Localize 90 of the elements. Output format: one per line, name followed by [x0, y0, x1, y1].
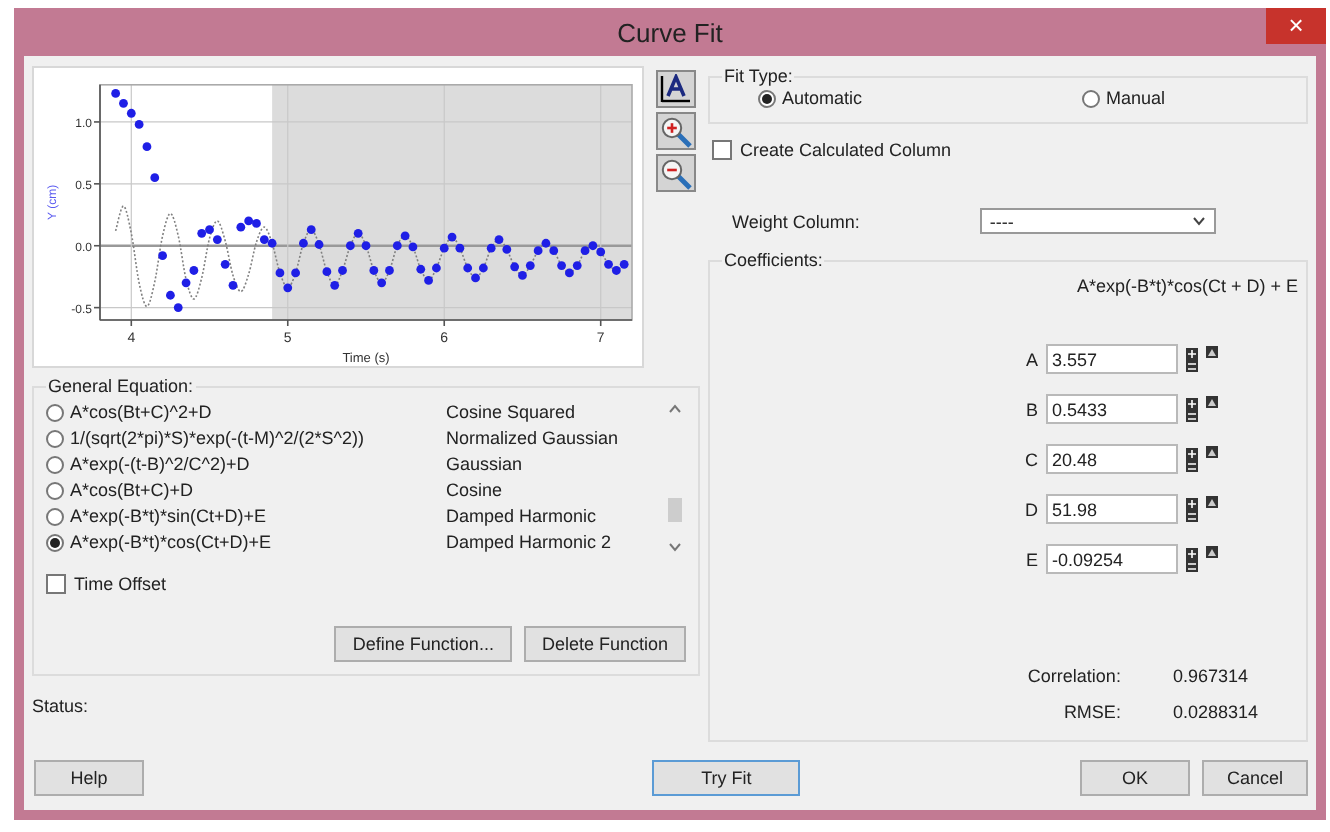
data-point [283, 283, 293, 293]
data-point [158, 251, 167, 261]
data-point [189, 266, 199, 275]
calculated-column-checkbox[interactable]: Create Calculated Column [712, 140, 952, 160]
data-point [353, 228, 363, 238]
group-label: General Equation: [46, 376, 196, 396]
autoscale-button[interactable] [656, 70, 696, 108]
zoom-in-icon [660, 115, 692, 147]
plus-minus-icon[interactable] [1186, 347, 1198, 371]
equation-name: Damped Harmonic [446, 506, 599, 526]
fit-type-option[interactable]: Automatic [758, 86, 863, 110]
equation-option[interactable]: A*exp(-B*t)*sin(Ct+D)+E [46, 504, 446, 528]
status-label: Status: [32, 696, 91, 716]
window-title: Curve Fit [617, 17, 723, 47]
data-point [150, 173, 160, 183]
delete-function-button[interactable]: Delete Function [523, 626, 686, 662]
equation-name: Normalized Gaussian [446, 428, 621, 448]
data-point [291, 268, 300, 278]
plus-minus-icon[interactable] [1186, 447, 1198, 471]
data-point [166, 290, 175, 300]
square-icon[interactable] [1206, 396, 1218, 408]
data-point [385, 266, 394, 275]
time-offset-checkbox[interactable]: Time Offset [46, 574, 167, 594]
autoscale-icon [660, 74, 692, 104]
data-point [173, 303, 183, 312]
plus-minus-icon[interactable] [1186, 397, 1198, 421]
coefficient-field[interactable]: 20.48 [1046, 444, 1178, 474]
square-icon[interactable] [1206, 446, 1218, 458]
group-label: Coefficients: [722, 250, 825, 270]
correlation-value: 0.967314 [1172, 666, 1250, 686]
coefficient-label: A [1025, 349, 1038, 369]
coefficient-field[interactable]: 0.5433 [1046, 394, 1178, 424]
equation-option[interactable]: A*cos(Bt+C)^2+D [46, 400, 446, 424]
caret-down-icon[interactable] [667, 541, 681, 551]
zoom-in-button[interactable] [656, 112, 696, 150]
equation-option[interactable]: 1/(sqrt(2*pi)*S)*exp(-(t-M)^2/(2*S^2)) [46, 426, 446, 450]
zoom-out-button[interactable] [656, 154, 696, 192]
data-point [377, 278, 387, 288]
rmse-label: RMSE: [1061, 702, 1121, 722]
define-function-button[interactable]: Define Function... [334, 626, 512, 662]
ok-button[interactable]: OK [1080, 759, 1190, 795]
fit-type-option[interactable]: Manual [1082, 86, 1166, 110]
coefficient-label: B [1025, 399, 1038, 419]
try-fit-button[interactable]: Try Fit [652, 759, 801, 795]
zoom-out-icon [660, 157, 692, 189]
coefficient-field[interactable]: -0.09254 [1046, 544, 1178, 574]
coefficient-field[interactable]: 51.98 [1046, 494, 1178, 524]
coefficient-label: C [1025, 449, 1038, 469]
help-button[interactable]: Help [34, 759, 144, 795]
coefficient-label: E [1025, 549, 1038, 569]
weight-column-dropdown[interactable]: ---- [979, 208, 1216, 234]
square-icon[interactable] [1206, 496, 1218, 508]
data-point [322, 267, 332, 277]
chevron-down-icon [1191, 216, 1206, 226]
data-point [220, 259, 230, 269]
data-point [314, 240, 324, 249]
equation-name: Cosine Squared [446, 402, 578, 422]
data-point [345, 241, 355, 251]
rmse-value: 0.0288314 [1172, 702, 1258, 722]
group-label: Fit Type: [722, 66, 795, 86]
data-point [181, 278, 191, 288]
close-button[interactable]: × [1266, 8, 1326, 44]
plus-minus-icon[interactable] [1186, 497, 1198, 521]
data-point [306, 225, 316, 235]
data-point [338, 266, 347, 275]
equation-option[interactable]: A*cos(Bt+C)+D [46, 478, 446, 502]
data-point [330, 280, 340, 290]
equation-name: Gaussian [446, 454, 525, 474]
equation-option[interactable]: A*exp(-B*t)*cos(Ct+D)+E [46, 530, 446, 554]
square-icon[interactable] [1206, 546, 1218, 558]
correlation-label: Correlation: [1027, 666, 1121, 686]
coefficient-field[interactable]: 3.557 [1046, 344, 1178, 374]
equation-name: Cosine [446, 480, 505, 500]
equation-name: Damped Harmonic 2 [446, 532, 614, 552]
square-icon[interactable] [1206, 346, 1218, 358]
fit-equation: A*exp(-B*t)*cos(Ct + D) + E [1076, 276, 1298, 296]
data-point [432, 263, 441, 273]
scrollbar-thumb[interactable] [667, 497, 681, 521]
data-point [299, 238, 308, 248]
data-point [228, 280, 238, 290]
caret-up-icon[interactable] [667, 403, 681, 413]
data-point [142, 142, 152, 152]
data-point [275, 268, 285, 278]
coefficient-label: D [1025, 499, 1038, 519]
cancel-button[interactable]: Cancel [1202, 759, 1308, 795]
data-point [369, 266, 379, 275]
data-point [361, 241, 371, 251]
plus-minus-icon[interactable] [1186, 547, 1198, 571]
equation-option[interactable]: A*exp(-(t-B)^2/C^2)+D [46, 452, 446, 476]
weight-column-label: Weight Column: [732, 211, 860, 231]
